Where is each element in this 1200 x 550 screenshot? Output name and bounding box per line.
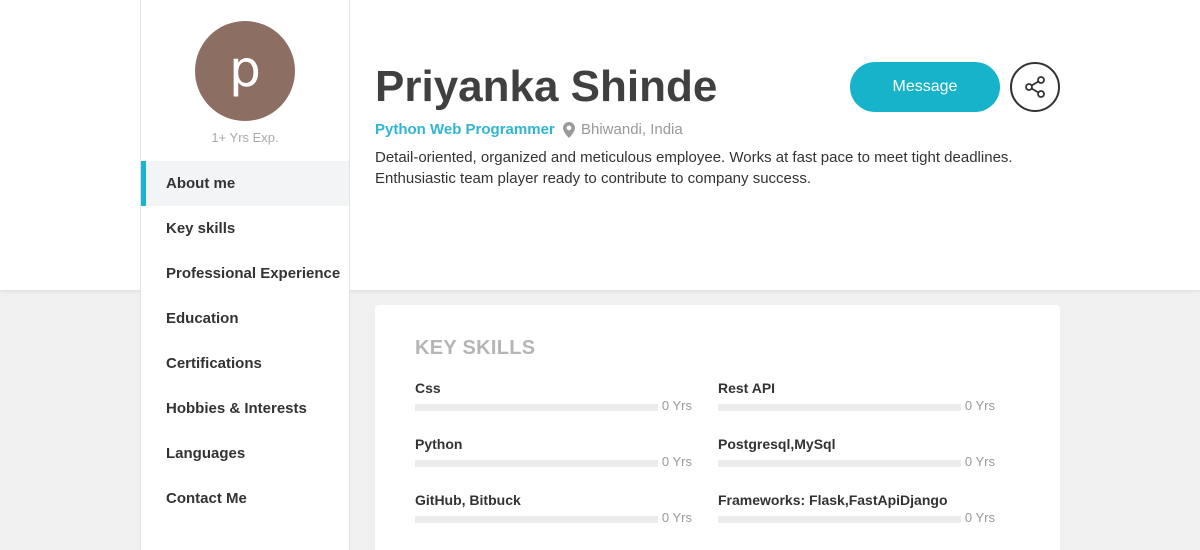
skill-bar [718, 404, 961, 411]
sidebar-item-key-skills[interactable]: Key skills [141, 206, 349, 251]
skill-item: Css 0 Yrs [415, 380, 692, 420]
skill-name: Postgresql,MySql [718, 436, 836, 452]
sidebar-item-contact-me[interactable]: Contact Me [141, 476, 349, 521]
skill-item: Postgresql,MySql 0 Yrs [718, 436, 995, 476]
skill-item: Python 0 Yrs [415, 436, 692, 476]
skill-bar [415, 460, 658, 467]
profile-role: Python Web Programmer [375, 121, 555, 138]
sidebar: p 1+ Yrs Exp. About me Key skills Profes… [140, 0, 350, 550]
map-pin-icon [563, 121, 575, 138]
key-skills-card: KEY SKILLS Css 0 Yrs Rest API 0 Yrs Pyth… [375, 305, 1060, 550]
avatar: p [195, 21, 295, 121]
skill-name: Rest API [718, 380, 776, 396]
skill-years: 0 Yrs [964, 510, 995, 525]
profile-name: Priyanka Shinde [375, 62, 718, 111]
skill-years: 0 Yrs [661, 510, 692, 525]
skill-name: Frameworks: Flask,FastApiDjango [718, 492, 948, 508]
sidebar-item-professional-experience[interactable]: Professional Experience [141, 251, 349, 296]
skill-item: Rest API 0 Yrs [718, 380, 995, 420]
profile-bio: Detail-oriented, organized and meticulou… [375, 149, 1013, 187]
share-button[interactable] [1010, 62, 1060, 112]
skill-bar [718, 460, 961, 467]
skill-name: Python [415, 436, 463, 452]
skill-bar [415, 516, 658, 523]
skill-name: Css [415, 380, 441, 396]
profile-location: Bhiwandi, India [563, 121, 683, 138]
sidebar-item-hobbies-interests[interactable]: Hobbies & Interests [141, 386, 349, 431]
skill-item: Frameworks: Flask,FastApiDjango 0 Yrs [718, 492, 995, 532]
skill-years: 0 Yrs [964, 398, 995, 413]
skill-item: GitHub, Bitbuck 0 Yrs [415, 492, 692, 532]
key-skills-title: KEY SKILLS [415, 337, 536, 359]
message-button[interactable]: Message [850, 62, 1000, 112]
sidebar-item-certifications[interactable]: Certifications [141, 341, 349, 386]
skill-years: 0 Yrs [661, 398, 692, 413]
experience-label: 1+ Yrs Exp. [211, 130, 279, 145]
skill-years: 0 Yrs [964, 454, 995, 469]
sidebar-item-languages[interactable]: Languages [141, 431, 349, 476]
skill-name: GitHub, Bitbuck [415, 492, 521, 508]
sidebar-nav: About me Key skills Professional Experie… [141, 161, 349, 521]
skill-bar [415, 404, 658, 411]
sidebar-item-about-me[interactable]: About me [141, 161, 349, 206]
sidebar-item-education[interactable]: Education [141, 296, 349, 341]
share-icon [1025, 76, 1045, 98]
skill-bar [718, 516, 961, 523]
location-text: Bhiwandi, India [581, 121, 683, 138]
skill-years: 0 Yrs [661, 454, 692, 469]
